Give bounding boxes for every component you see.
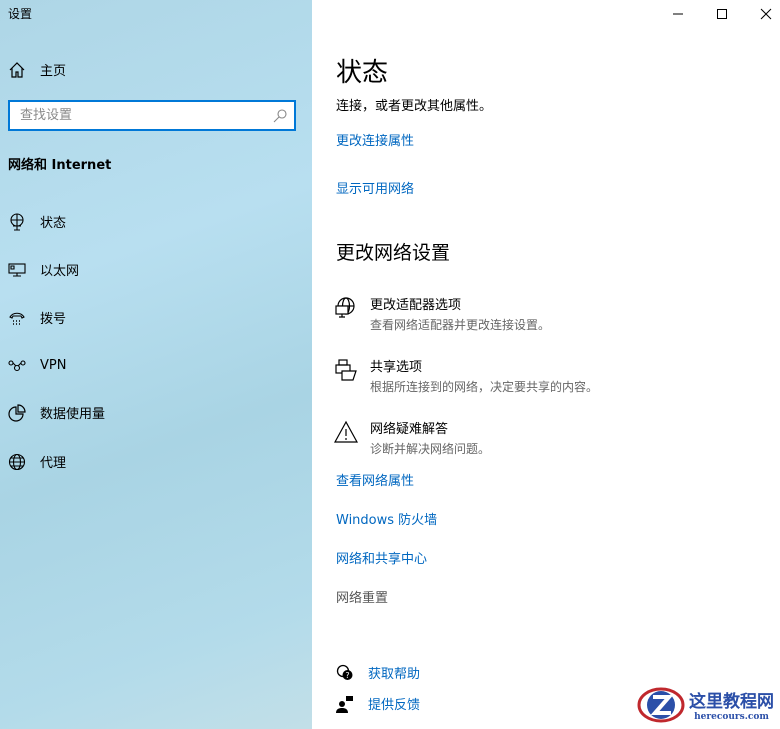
window-title: 设置	[8, 7, 33, 21]
minimize-button[interactable]	[656, 0, 700, 28]
sidebar-item-status[interactable]: 状态	[8, 212, 66, 231]
close-button[interactable]	[744, 0, 780, 28]
search-icon[interactable]	[272, 108, 288, 124]
adapter-globe-icon	[335, 297, 355, 318]
maximize-icon	[717, 9, 727, 19]
option-desc: 查看网络适配器并更改连接设置。	[370, 318, 551, 332]
help-chat-icon: ?	[336, 664, 353, 680]
sidebar-item-home[interactable]: 主页	[8, 60, 66, 79]
view-network-properties-link[interactable]: 查看网络属性	[336, 470, 414, 489]
windows-firewall-link[interactable]: Windows 防火墙	[336, 509, 437, 528]
option-title: 网络疑难解答	[370, 422, 449, 437]
troubleshoot-options[interactable]: 网络疑难解答诊断并解决网络问题。	[334, 418, 490, 457]
section-heading: 更改网络设置	[336, 242, 451, 264]
section-title: 网络和 Internet	[8, 158, 112, 173]
show-available-networks-link[interactable]: 显示可用网络	[336, 178, 414, 197]
page-subtitle: 连接，或者更改其他属性。	[336, 99, 493, 114]
ethernet-icon	[8, 262, 26, 277]
svg-text:?: ?	[345, 671, 349, 680]
sidebar-item-label: 数据使用量	[40, 407, 106, 422]
close-icon	[760, 8, 772, 20]
minimize-icon	[673, 13, 683, 15]
feedback-label: 提供反馈	[368, 698, 421, 713]
data-usage-icon	[8, 403, 26, 422]
page-title: 状态	[336, 58, 389, 88]
feedback-person-icon	[336, 695, 353, 713]
sharing-options[interactable]: 共享选项根据所连接到的网络，决定要共享的内容。	[334, 356, 598, 395]
sidebar-item-label: 拨号	[40, 312, 67, 327]
dialup-icon	[9, 312, 25, 325]
option-title: 更改适配器选项	[370, 298, 462, 313]
sidebar-item-label: 代理	[40, 456, 67, 471]
maximize-button[interactable]	[700, 0, 744, 28]
sidebar-item-ethernet[interactable]: 以太网	[8, 260, 79, 279]
home-icon	[9, 61, 25, 78]
sidebar: 设置 主页 网络和 Internet 状态 以太网 拨号 VPN 数据使用量 代…	[0, 0, 312, 729]
sidebar-item-label: 以太网	[40, 264, 80, 279]
feedback-link[interactable]: 提供反馈	[336, 694, 420, 713]
sidebar-item-label: VPN	[40, 357, 67, 373]
option-title: 共享选项	[370, 360, 423, 375]
search-box[interactable]	[8, 100, 296, 131]
sharing-printer-icon	[335, 359, 357, 381]
option-desc: 诊断并解决网络问题。	[370, 442, 491, 456]
search-input[interactable]	[10, 102, 260, 129]
watermark-logo: 这里教程网 herecours.com	[633, 683, 774, 725]
option-desc: 根据所连接到的网络，决定要共享的内容。	[370, 380, 599, 394]
sidebar-item-dialup[interactable]: 拨号	[8, 308, 66, 327]
get-help-label: 获取帮助	[368, 667, 421, 682]
proxy-globe-icon	[8, 453, 26, 470]
network-sharing-center-link[interactable]: 网络和共享中心	[336, 548, 427, 567]
sidebar-item-data-usage[interactable]: 数据使用量	[8, 403, 105, 422]
sidebar-item-label: 状态	[40, 216, 67, 231]
main-panel: 状态 连接，或者更改其他属性。 更改连接属性 显示可用网络 更改网络设置 更改适…	[312, 0, 780, 729]
warning-icon	[334, 420, 358, 443]
get-help-link[interactable]: ? 获取帮助	[336, 663, 420, 682]
change-connection-properties-link[interactable]: 更改连接属性	[336, 130, 414, 149]
status-globe-icon	[10, 212, 24, 231]
sidebar-item-vpn[interactable]: VPN	[8, 356, 66, 374]
home-label: 主页	[40, 64, 67, 79]
watermark-z-icon	[637, 687, 685, 723]
network-reset-link[interactable]: 网络重置	[336, 587, 388, 606]
vpn-icon	[8, 360, 26, 372]
sidebar-item-proxy[interactable]: 代理	[8, 452, 66, 471]
adapter-options[interactable]: 更改适配器选项查看网络适配器并更改连接设置。	[334, 294, 550, 333]
